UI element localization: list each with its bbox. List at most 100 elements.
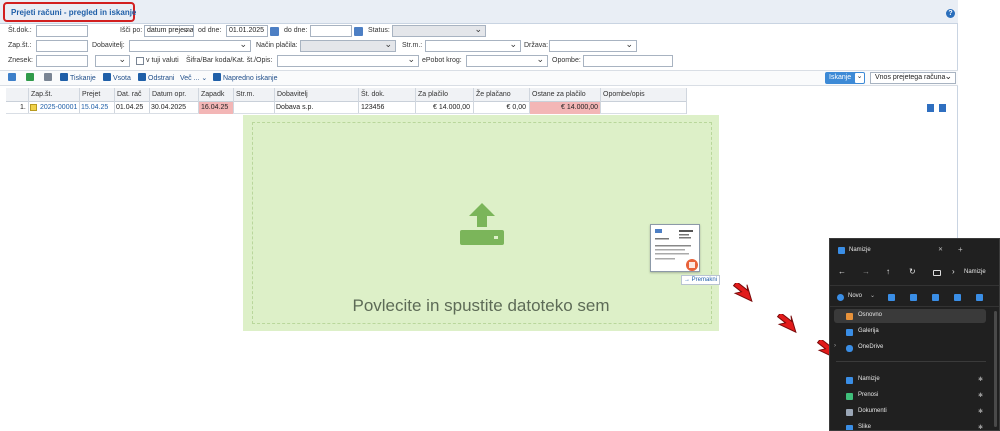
new-tab-icon[interactable]: +: [958, 245, 963, 254]
scrollbar[interactable]: [994, 311, 997, 427]
nav-item-label: Prenosi: [858, 392, 879, 398]
calendar-icon[interactable]: [270, 27, 279, 36]
move-tooltip: → Premakni: [681, 275, 721, 285]
nav-item-prenosi[interactable]: Prenosi ✱: [830, 389, 990, 403]
col-zapadk[interactable]: Zapadk: [201, 91, 224, 98]
sum-icon: [103, 73, 111, 81]
nav-divider: [836, 361, 986, 362]
chevron-down-icon: ⌄: [944, 71, 952, 81]
col-dat-rac[interactable]: Dat. rač: [117, 91, 142, 98]
red-arrow-icon: [732, 283, 753, 303]
excel-icon[interactable]: [26, 73, 36, 85]
nav-item-osnovno[interactable]: Osnovno: [834, 309, 986, 323]
col-datum-opr[interactable]: Datum opr.: [152, 91, 186, 98]
st-dok-input[interactable]: [36, 25, 88, 37]
status-select[interactable]: [392, 25, 486, 37]
delete-button[interactable]: Odstrani: [138, 73, 174, 85]
copy-icon[interactable]: [927, 104, 934, 112]
add-icon[interactable]: [8, 73, 18, 85]
more-button[interactable]: Več ... ⌄: [180, 73, 207, 85]
explorer-tab-title[interactable]: Namizje: [849, 247, 871, 253]
zap-st-link[interactable]: 2025-00001: [40, 102, 77, 114]
do-dne-label: do dne:: [284, 27, 308, 34]
nav-item-label: Namizje: [858, 376, 880, 382]
trash-icon[interactable]: [939, 104, 946, 112]
trash-icon: [138, 73, 146, 81]
document-icon[interactable]: [44, 73, 54, 85]
datum-opr-cell: 30.04.2025: [151, 104, 187, 111]
col-prejet[interactable]: Prejet: [82, 91, 100, 98]
search-label: Iskanje: [829, 74, 852, 81]
epobot-select[interactable]: [466, 55, 548, 67]
new-invoice-button[interactable]: Vnos prejetega računa ⌄: [870, 71, 956, 84]
col-str-m[interactable]: Str.m.: [236, 91, 254, 98]
opombe-input[interactable]: [583, 55, 673, 67]
pictures-icon: [846, 425, 853, 430]
nav-item-namizje[interactable]: Namizje ✱: [830, 373, 990, 387]
print-icon: [60, 73, 68, 81]
znesek-input[interactable]: [36, 55, 88, 67]
home-icon: [846, 313, 853, 320]
st-dok-label: Št.dok.:: [8, 27, 32, 34]
v-tuji-valuti-checkbox[interactable]: [136, 57, 144, 65]
str-m-select[interactable]: [425, 40, 521, 52]
up-icon[interactable]: ↑: [886, 267, 890, 276]
forward-icon[interactable]: →: [862, 267, 870, 276]
od-dne-input[interactable]: 01.01.2025: [226, 25, 268, 37]
col-st-dok[interactable]: Št. dok.: [361, 91, 385, 98]
col-zap-st[interactable]: Zap.št.: [31, 91, 52, 98]
advanced-search-button[interactable]: Napredno iskanje: [213, 73, 277, 85]
share-icon[interactable]: [976, 294, 983, 301]
nacin-placila-select[interactable]: [300, 40, 396, 52]
calendar-icon[interactable]: [354, 27, 363, 36]
pin-icon[interactable]: ✱: [978, 408, 983, 415]
sum-button[interactable]: Vsota: [103, 73, 131, 85]
drzava-select[interactable]: [549, 40, 637, 52]
col-ze-placano[interactable]: Že plačano: [476, 91, 511, 98]
col-opombe[interactable]: Opombe/opis: [603, 91, 645, 98]
chevron-right-icon[interactable]: ›: [834, 343, 836, 349]
pin-icon[interactable]: ✱: [978, 376, 983, 383]
close-tab-icon[interactable]: ✕: [938, 246, 943, 253]
nav-item-slike[interactable]: Slike ✱: [830, 421, 990, 430]
back-icon[interactable]: ←: [838, 267, 846, 276]
pin-icon[interactable]: ✱: [978, 424, 983, 430]
dobavitelj-select[interactable]: [129, 40, 251, 52]
ostane-cell: € 14.000,00: [530, 102, 600, 114]
invoice-preview-icon: [655, 229, 698, 271]
nav-item-galerija[interactable]: Galerija: [830, 325, 990, 339]
status-label: Status:: [368, 27, 390, 34]
sifra-select[interactable]: [277, 55, 419, 67]
main-panel: Prejeti računi - pregled in iskanje ? Št…: [0, 0, 958, 431]
rename-icon[interactable]: [954, 294, 961, 301]
zap-st-input[interactable]: [36, 40, 88, 52]
drop-zone-text: Povlecite in spustite datoteko sem: [352, 296, 610, 315]
print-button[interactable]: Tiskanje: [60, 73, 96, 85]
folder-icon: [838, 247, 845, 254]
refresh-icon[interactable]: ↻: [909, 267, 916, 276]
za-placilo-cell: € 14.000,00: [433, 104, 470, 111]
search-dropdown-icon[interactable]: ⌄: [855, 73, 864, 83]
nav-item-dokumenti[interactable]: Dokumenti ✱: [830, 405, 990, 419]
address-bar[interactable]: Namizje: [964, 269, 986, 275]
nav-item-onedrive[interactable]: › OneDrive: [830, 341, 990, 355]
pin-icon[interactable]: ✱: [978, 392, 983, 399]
col-za-placilo[interactable]: Za plačilo: [418, 91, 448, 98]
col-dobavitelj[interactable]: Dobavitelj: [277, 91, 308, 98]
isci-po-select[interactable]: datum prejema: [144, 25, 194, 37]
copy-icon[interactable]: [910, 294, 917, 301]
document-icon: [846, 409, 853, 416]
prejet-cell[interactable]: 15.04.25: [81, 102, 108, 114]
st-dok-cell: 123456: [361, 104, 385, 111]
do-dne-input[interactable]: [310, 25, 352, 37]
znesek-operator-select[interactable]: [95, 55, 130, 67]
file-explorer-window: Namizje ✕ + ← → ↑ ↻ › Namizje Novo ⌄ Osn…: [829, 238, 1000, 431]
chevron-right-icon: ›: [952, 267, 955, 276]
paste-icon[interactable]: [932, 294, 939, 301]
cut-icon[interactable]: [888, 294, 895, 301]
row-number: 1.: [20, 104, 26, 111]
dragged-file-thumbnail: [650, 224, 700, 272]
col-ostane[interactable]: Ostane za plačilo: [532, 91, 586, 98]
new-button[interactable]: Novo: [848, 293, 862, 299]
help-icon[interactable]: ?: [946, 9, 955, 18]
